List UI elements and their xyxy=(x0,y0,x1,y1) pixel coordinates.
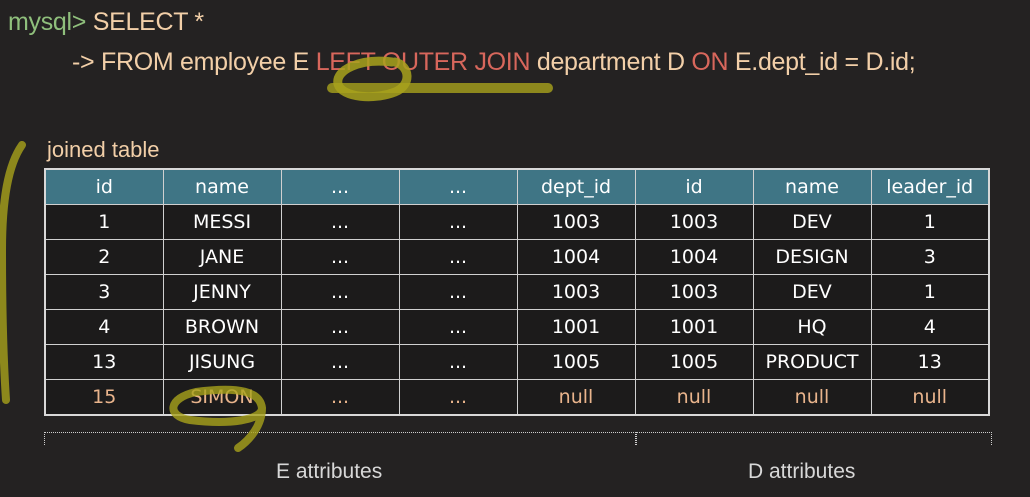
table-cell: ... xyxy=(280,239,400,275)
table-header-row: id name...... dept_id id name leader_id xyxy=(44,168,990,205)
table-cell: 1001 xyxy=(516,309,636,345)
table-cell: ... xyxy=(280,344,400,380)
query-line-1: mysql> SELECT * xyxy=(8,8,204,37)
column-header: id xyxy=(634,168,754,205)
table-cell: 1003 xyxy=(634,274,754,310)
table-cell: 1003 xyxy=(516,274,636,310)
d-attributes-label: D attributes xyxy=(748,460,856,483)
table-cell: 1004 xyxy=(634,239,754,275)
table-cell: ... xyxy=(280,204,400,240)
table-row: 15 SIMON...... null null null null xyxy=(44,379,990,416)
table-cell: 1 xyxy=(870,274,990,310)
table-cell: null xyxy=(870,379,990,416)
sql-keyword: ON xyxy=(691,48,729,76)
table-row: 13 JISUNG...... 1005 1005 PRODUCT 13 xyxy=(44,344,990,380)
sql-text: -> FROM employee E xyxy=(72,48,316,76)
table-cell: 2 xyxy=(44,239,164,275)
table-cell: ... xyxy=(398,309,518,345)
table-cell: ... xyxy=(280,379,400,416)
table-cell: JENNY xyxy=(162,274,282,310)
table-cell: null xyxy=(752,379,872,416)
table-cell: 1005 xyxy=(516,344,636,380)
table-cell: BROWN xyxy=(162,309,282,345)
table-cell: ... xyxy=(398,274,518,310)
table-cell: 3 xyxy=(44,274,164,310)
table-cell: MESSI xyxy=(162,204,282,240)
table-cell: null xyxy=(516,379,636,416)
table-cell: 13 xyxy=(870,344,990,380)
table-cell: ... xyxy=(280,274,400,310)
table-row: 1 MESSI...... 1003 1003 DEV 1 xyxy=(44,204,990,240)
table-cell: ... xyxy=(398,239,518,275)
table-cell: SIMON xyxy=(162,379,282,416)
table-cell: ... xyxy=(398,379,518,416)
table-cell: 1003 xyxy=(516,204,636,240)
sql-text: E.dept_id = D.id; xyxy=(728,48,916,76)
column-header: dept_id xyxy=(516,168,636,205)
annotation-bracket-left xyxy=(0,141,26,404)
table-cell: 1001 xyxy=(634,309,754,345)
table-row: 3 JENNY...... 1003 1003 DEV 1 xyxy=(44,274,990,310)
table-cell: 3 xyxy=(870,239,990,275)
joined-table: id name...... dept_id id name leader_id 1 MESS… xyxy=(44,168,990,416)
table-cell: 1003 xyxy=(634,204,754,240)
column-header: name xyxy=(752,168,872,205)
table-cell: 4 xyxy=(44,309,164,345)
column-header: id xyxy=(44,168,164,205)
table-cell: DEV xyxy=(752,204,872,240)
table-cell: 1005 xyxy=(634,344,754,380)
table-cell: 4 xyxy=(870,309,990,345)
e-attributes-brace xyxy=(44,432,636,445)
table-cell: JANE xyxy=(162,239,282,275)
select-clause: SELECT * xyxy=(86,8,204,36)
table-cell: ... xyxy=(280,309,400,345)
sql-text: department D xyxy=(530,48,692,76)
table-cell: 15 xyxy=(44,379,164,416)
mysql-prompt: mysql> xyxy=(8,8,87,36)
table-cell: 13 xyxy=(44,344,164,380)
table-cell: DESIGN xyxy=(752,239,872,275)
table-cell: 1004 xyxy=(516,239,636,275)
column-header: leader_id xyxy=(870,168,990,205)
query-line-2: -> FROM employee E LEFT OUTER JOIN depar… xyxy=(72,48,916,77)
table-row: 4 BROWN...... 1001 1001 HQ 4 xyxy=(44,309,990,345)
table-row: 2 JANE...... 1004 1004 DESIGN 3 xyxy=(44,239,990,275)
column-header: ... xyxy=(280,168,400,205)
table-cell: ... xyxy=(398,344,518,380)
table-cell: PRODUCT xyxy=(752,344,872,380)
table-cell: HQ xyxy=(752,309,872,345)
table-caption: joined table xyxy=(47,137,160,162)
sql-keyword: LEFT OUTER JOIN xyxy=(315,48,531,76)
column-header: name xyxy=(162,168,282,205)
table-cell: null xyxy=(634,379,754,416)
column-header: ... xyxy=(398,168,518,205)
table-cell: 1 xyxy=(870,204,990,240)
table-cell: ... xyxy=(398,204,518,240)
d-attributes-brace xyxy=(636,432,992,445)
table-cell: DEV xyxy=(752,274,872,310)
table-cell: 1 xyxy=(44,204,164,240)
table-cell: JISUNG xyxy=(162,344,282,380)
e-attributes-label: E attributes xyxy=(276,460,383,483)
